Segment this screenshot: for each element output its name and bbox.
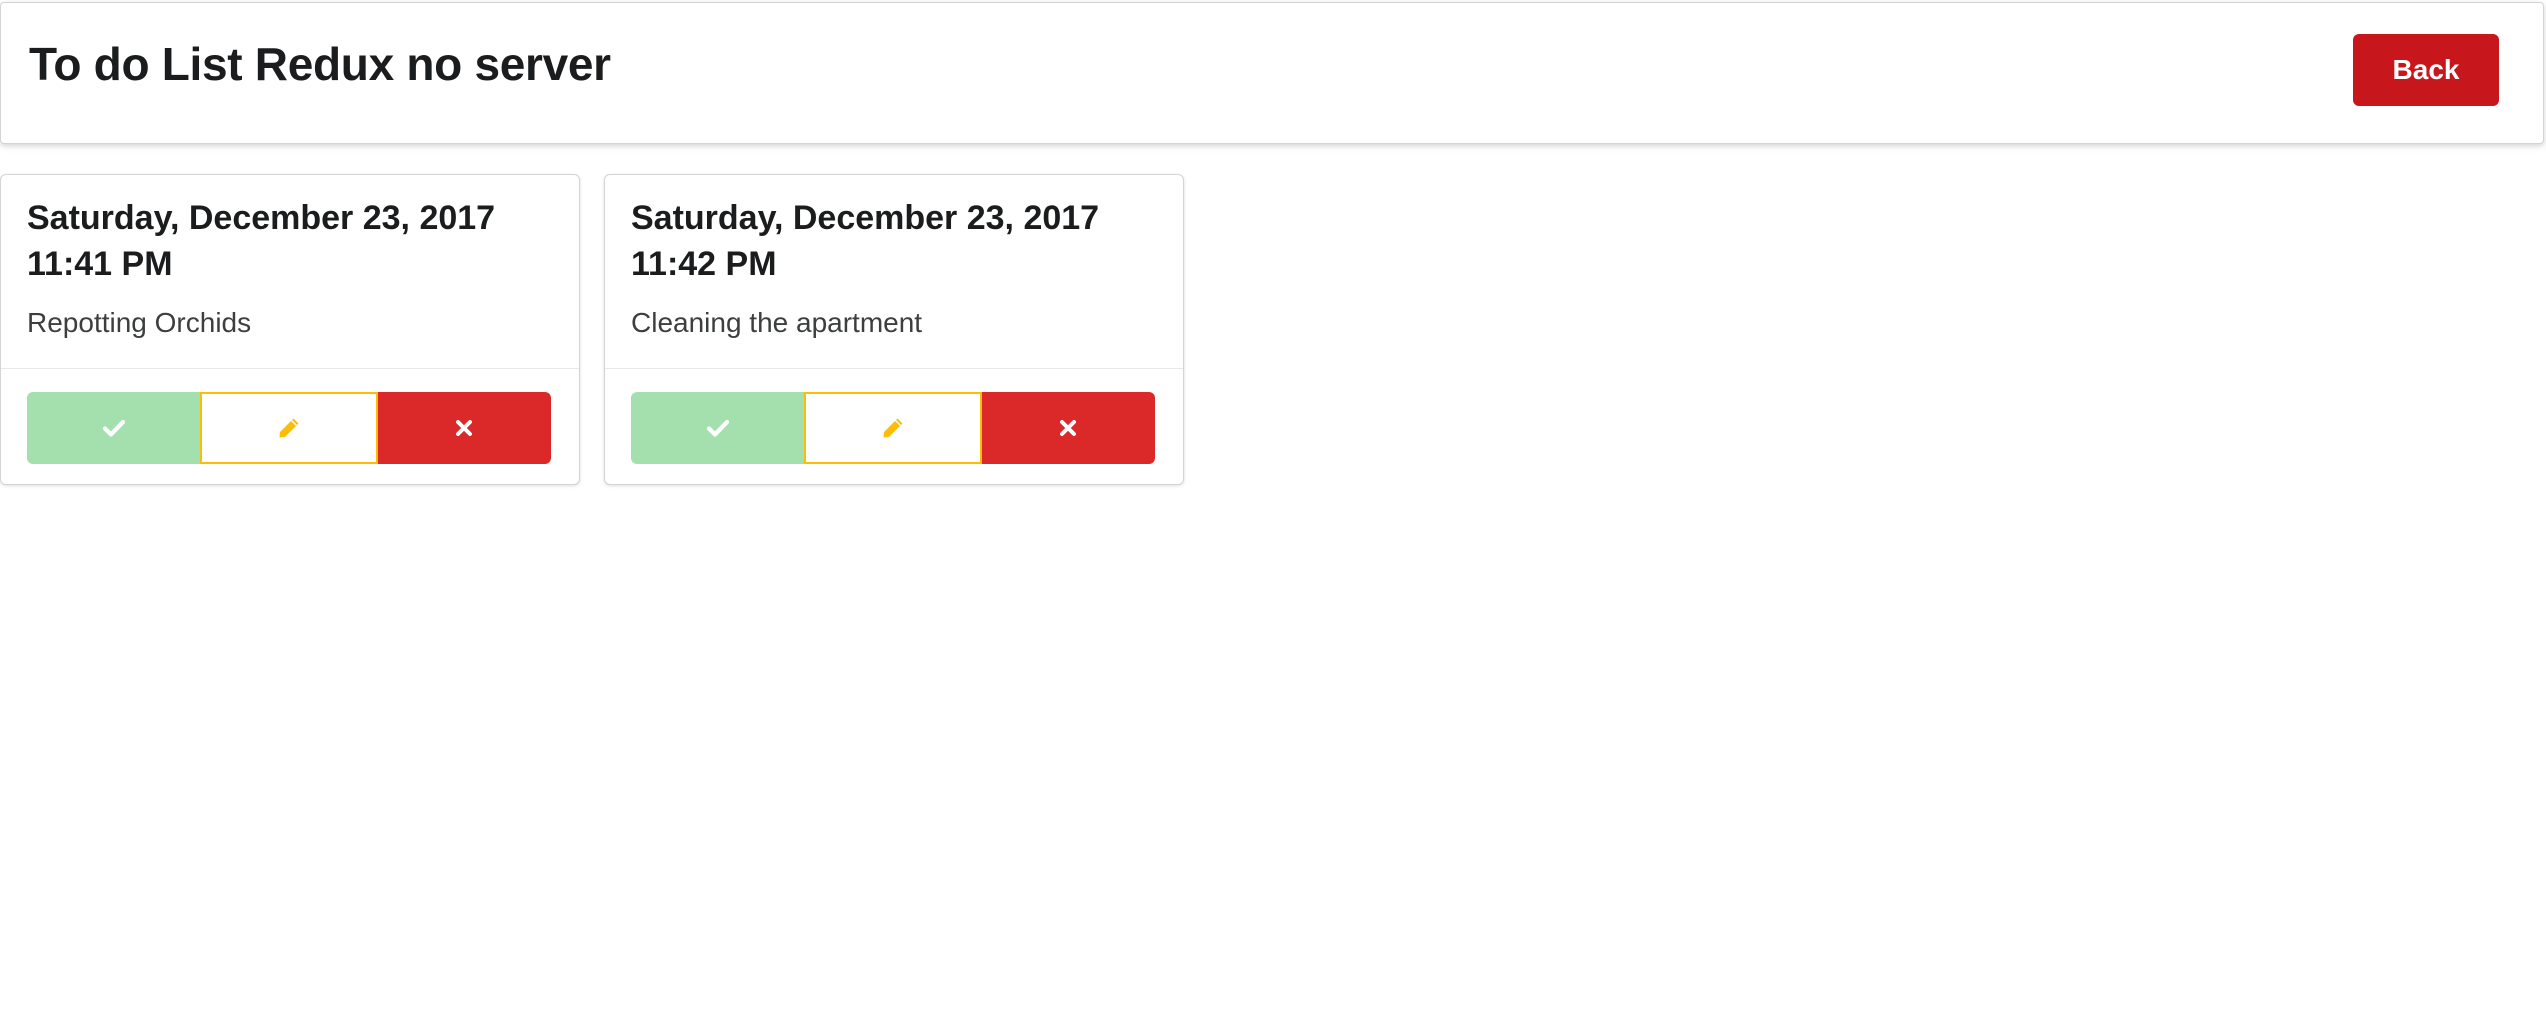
- complete-button[interactable]: [27, 392, 201, 464]
- todo-card: Saturday, December 23, 2017 11:42 PM Cle…: [604, 174, 1184, 485]
- edit-button[interactable]: [804, 392, 982, 464]
- check-icon: [102, 419, 125, 437]
- todo-actions: [631, 392, 1155, 464]
- check-icon: [706, 419, 729, 437]
- delete-button[interactable]: [377, 392, 551, 464]
- todo-date: Saturday, December 23, 2017: [631, 199, 1100, 237]
- back-button[interactable]: Back: [2353, 34, 2499, 106]
- todo-date: Saturday, December 23, 2017: [27, 199, 496, 237]
- page-title: To do List Redux no server: [29, 38, 611, 90]
- close-icon: [1059, 419, 1077, 437]
- todo-description: Repotting Orchids: [27, 307, 252, 338]
- todo-time: 11:42 PM: [631, 245, 777, 283]
- todo-actions: [27, 392, 551, 464]
- complete-button[interactable]: [631, 392, 805, 464]
- pencil-icon: [277, 416, 301, 440]
- todo-date-header: Saturday, December 23, 2017 11:42 PM: [631, 195, 1171, 287]
- todo-time: 11:41 PM: [27, 245, 173, 283]
- todo-date-header: Saturday, December 23, 2017 11:41 PM: [27, 195, 567, 287]
- edit-button[interactable]: [200, 392, 378, 464]
- todo-card-content: Saturday, December 23, 2017 11:42 PM Cle…: [605, 175, 1183, 369]
- todo-card-content: Saturday, December 23, 2017 11:41 PM Rep…: [1, 175, 579, 369]
- delete-button[interactable]: [981, 392, 1155, 464]
- pencil-icon: [881, 416, 905, 440]
- todo-description: Cleaning the apartment: [631, 307, 923, 338]
- close-icon: [455, 419, 473, 437]
- todo-card: Saturday, December 23, 2017 11:41 PM Rep…: [0, 174, 580, 485]
- todo-list: Saturday, December 23, 2017 11:41 PM Rep…: [0, 174, 2546, 486]
- app-header: To do List Redux no server Back: [0, 2, 2544, 144]
